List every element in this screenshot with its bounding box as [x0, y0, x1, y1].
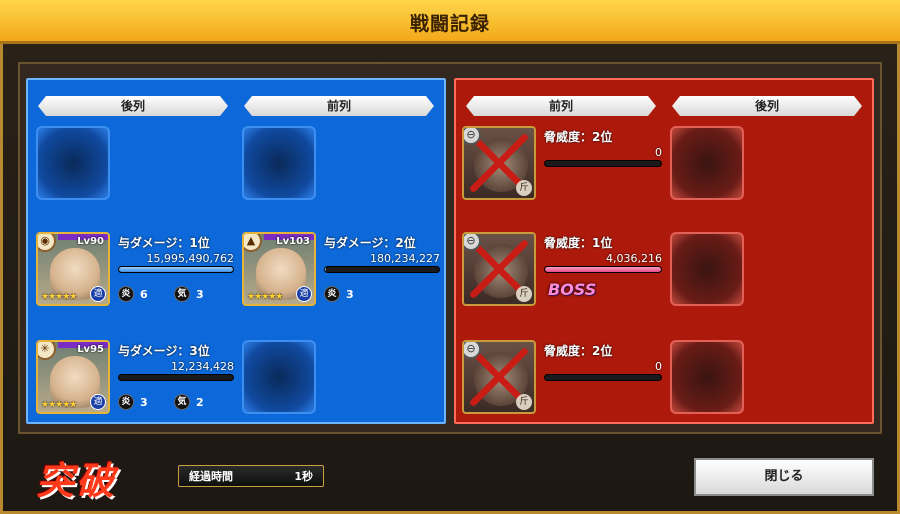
ki-icon: 気	[174, 394, 190, 410]
title-bar: 戦闘記録	[0, 0, 900, 44]
threat-rank-label: 脅威度：2位	[544, 130, 613, 144]
damage-bar-fill	[325, 267, 327, 272]
class-icon: ✳	[38, 342, 56, 360]
skill-value: 3	[346, 287, 354, 301]
breakthrough-logo: 突破	[36, 458, 117, 503]
damage-value: 180,234,227	[370, 252, 440, 265]
ally-front-row-header: 前列	[244, 96, 434, 116]
damage-bar	[118, 266, 234, 273]
window-title: 戦闘記録	[409, 13, 490, 35]
threat-value: 0	[655, 146, 662, 159]
enemy-front-row-header: 前列	[466, 96, 656, 116]
threat-bar	[544, 374, 662, 381]
unit-badge: 適	[296, 286, 312, 302]
ki-value: 3	[196, 287, 204, 301]
damage-value: 15,995,490,762	[146, 252, 234, 265]
empty-slot	[670, 126, 744, 200]
skill-chip: 炎 6	[118, 286, 148, 302]
class-icon: ◉	[38, 234, 56, 252]
damage-rank-label: 与ダメージ：2位	[324, 236, 416, 250]
damage-rank-label: 与ダメージ：1位	[118, 236, 210, 250]
threat-rank-label: 脅威度：2位	[544, 344, 613, 358]
elapsed-time-box: 経過時間 1秒	[178, 465, 324, 487]
empty-slot	[36, 126, 110, 200]
type-icon: 斤	[516, 394, 532, 410]
elapsed-label: 経過時間	[189, 470, 233, 483]
ally-unit-portrait[interactable]: ◉ Lv90 ★★★★★ 適	[36, 232, 110, 306]
flame-icon: 炎	[324, 286, 340, 302]
close-button[interactable]: 閉じる	[694, 458, 874, 496]
skill-value: 6	[140, 287, 148, 301]
defeated-enemy-portrait[interactable]: ⊖ 斤	[462, 126, 536, 200]
type-icon: 斤	[516, 180, 532, 196]
threat-value: 0	[655, 360, 662, 373]
threat-bar-fill	[545, 267, 661, 272]
defeated-enemy-portrait[interactable]: ⊖ 斤	[462, 340, 536, 414]
skill-chip: 炎 3	[118, 394, 148, 410]
ki-chip: 気 3	[174, 286, 204, 302]
damage-bar-fill	[119, 267, 233, 272]
damage-rank-label: 与ダメージ：3位	[118, 344, 210, 358]
rarity-stars: ★★★★★	[41, 400, 77, 410]
unit-level: Lv103	[276, 236, 310, 247]
empty-slot	[242, 126, 316, 200]
flame-icon: 炎	[118, 286, 134, 302]
ki-chip: 気 2	[174, 394, 204, 410]
boss-badge: BOSS	[548, 280, 597, 299]
skill-value: 3	[140, 395, 148, 409]
threat-bar	[544, 266, 662, 273]
defeated-enemy-portrait[interactable]: ⊖ 斤	[462, 232, 536, 306]
damage-bar	[324, 266, 440, 273]
threat-rank-label: 脅威度：1位	[544, 236, 613, 250]
ki-icon: 気	[174, 286, 190, 302]
empty-slot	[670, 340, 744, 414]
unit-badge: 適	[90, 394, 106, 410]
damage-value: 12,234,428	[171, 360, 234, 373]
ally-unit-portrait[interactable]: ✳ Lv95 ★★★★★ 適	[36, 340, 110, 414]
class-icon: ▲	[244, 234, 262, 252]
flame-icon: 炎	[118, 394, 134, 410]
ally-back-row-header: 後列	[38, 96, 228, 116]
threat-bar	[544, 160, 662, 167]
threat-value: 4,036,216	[606, 252, 662, 265]
rarity-stars: ★★★★★	[247, 292, 283, 302]
empty-slot	[670, 232, 744, 306]
rarity-stars: ★★★★★	[41, 292, 77, 302]
damage-bar	[118, 374, 234, 381]
ally-side: 後列 前列 ◉ Lv90 ★★★★★ 適 与ダメージ：1位 15,995,490…	[26, 78, 446, 424]
unit-level: Lv90	[77, 236, 104, 247]
empty-slot	[242, 340, 316, 414]
elapsed-value: 1秒	[294, 470, 313, 483]
enemy-side: 前列 後列 ⊖ 斤 脅威度：2位 0 ⊖ 斤 脅威度：1位 4,036,216 …	[454, 78, 874, 424]
skill-chip: 炎 3	[324, 286, 354, 302]
enemy-back-row-header: 後列	[672, 96, 862, 116]
unit-badge: 適	[90, 286, 106, 302]
ki-value: 2	[196, 395, 204, 409]
type-icon: 斤	[516, 286, 532, 302]
ally-unit-portrait[interactable]: ▲ Lv103 ★★★★★ 適	[242, 232, 316, 306]
unit-level: Lv95	[77, 344, 104, 355]
